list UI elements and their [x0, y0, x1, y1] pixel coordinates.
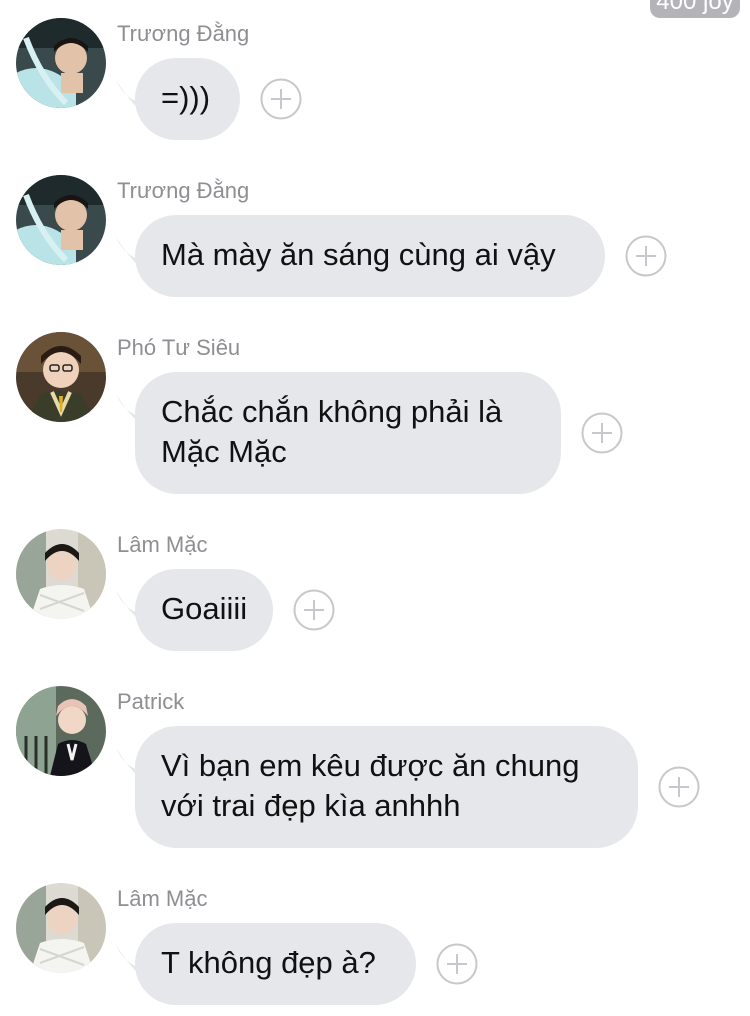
plus-circle-icon [293, 589, 335, 631]
message-text: T không đẹp à? [161, 945, 376, 980]
message-text: Goaiiii [161, 591, 248, 626]
add-reaction-button[interactable] [436, 943, 478, 985]
avatar[interactable] [16, 18, 106, 108]
message-text-line: Chắc chắn không phải là [161, 394, 503, 429]
sender-name: Phó Tư Siêu [117, 335, 241, 360]
avatar[interactable] [16, 529, 106, 619]
message-text-line: với trai đẹp kìa anhhh [161, 788, 461, 823]
add-reaction-button[interactable] [581, 412, 623, 454]
chat-screen: 400 joy Trương Đằng =))) Trương Đằng Mà … [0, 0, 750, 1016]
add-reaction-button[interactable] [293, 589, 335, 631]
message-bubble[interactable]: Goaiiii [135, 569, 273, 651]
plus-circle-icon [658, 766, 700, 808]
sender-name: Patrick [117, 689, 185, 714]
avatar[interactable] [16, 332, 106, 422]
add-reaction-button[interactable] [625, 235, 667, 277]
message-text-line: Mặc Mặc [161, 434, 287, 469]
sender-name: Trương Đằng [117, 178, 250, 203]
plus-circle-icon [260, 78, 302, 120]
add-reaction-button[interactable] [658, 766, 700, 808]
message-bubble[interactable]: Chắc chắn không phải là Mặc Mặc [135, 372, 561, 494]
avatar[interactable] [16, 175, 106, 265]
sender-name: Lâm Mặc [117, 886, 208, 911]
plus-circle-icon [436, 943, 478, 985]
message-bubble[interactable]: Mà mày ăn sáng cùng ai vậy [135, 215, 605, 297]
message-bubble[interactable]: T không đẹp à? [135, 923, 416, 1005]
avatar[interactable] [16, 883, 106, 973]
sender-name: Trương Đằng [117, 21, 250, 46]
message-bubble[interactable]: Vì bạn em kêu được ăn chung với trai đẹp… [135, 726, 638, 848]
sender-name: Lâm Mặc [117, 532, 208, 557]
avatar[interactable] [16, 686, 106, 776]
plus-circle-icon [581, 412, 623, 454]
message-text: =))) [161, 80, 211, 115]
message-text: Mà mày ăn sáng cùng ai vậy [161, 237, 556, 272]
plus-circle-icon [625, 235, 667, 277]
add-reaction-button[interactable] [260, 78, 302, 120]
top-badge: 400 joy [650, 0, 740, 18]
message-bubble[interactable]: =))) [135, 58, 240, 140]
message-text-line: Vì bạn em kêu được ăn chung [161, 748, 580, 783]
